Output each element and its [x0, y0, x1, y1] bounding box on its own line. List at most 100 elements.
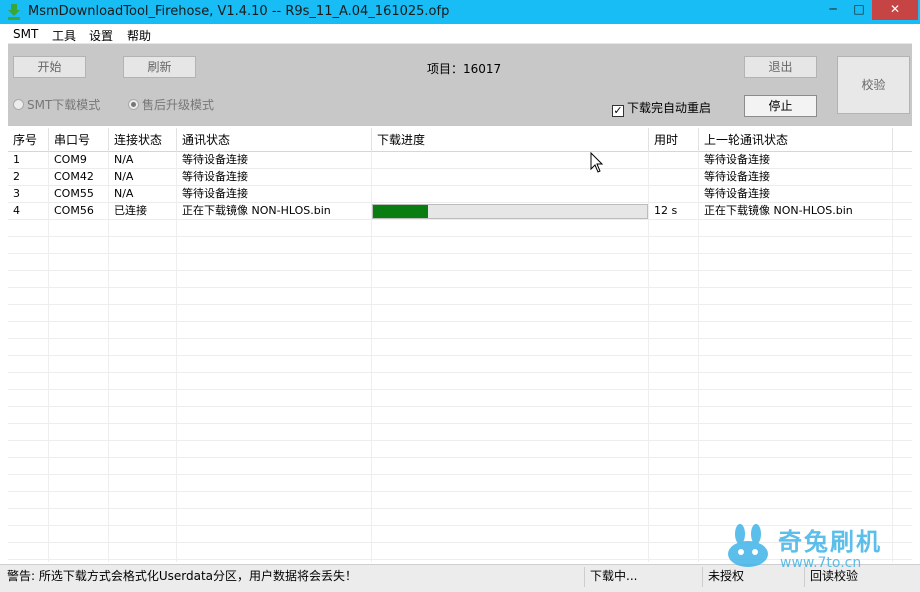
minimize-button[interactable]: ─: [820, 0, 846, 20]
grid-line: [8, 474, 912, 475]
col-last-status[interactable]: 上一轮通讯状态: [699, 128, 893, 152]
menu-bar: SMT 工具 设置 帮助: [8, 24, 912, 44]
grid-line: [8, 321, 912, 322]
project-info: 项目：16017: [427, 60, 501, 77]
grid-line: [8, 457, 912, 458]
cell-last-status: 正在下载镜像 NON-HLOS.bin: [699, 203, 893, 220]
progress-fill: [373, 205, 428, 218]
grid-line: [8, 287, 912, 288]
watermark-brand: 奇兔刷机: [778, 528, 882, 556]
grid-line: [108, 152, 109, 562]
grid-line: [8, 440, 912, 441]
radio-unchecked-icon: [13, 99, 24, 110]
mode-smt-label: SMT下载模式: [27, 98, 101, 112]
cell-index: 1: [8, 152, 49, 169]
grid-line: [8, 270, 912, 271]
grid-line: [176, 152, 177, 562]
title-bar: MsmDownloadTool_Firehose, V1.4.10 -- R9s…: [0, 0, 920, 24]
mouse-cursor-icon: [590, 152, 604, 173]
grid-line: [48, 152, 49, 562]
status-download: 下载中...: [585, 567, 703, 587]
progress-cell: [372, 152, 649, 169]
cell-port: COM42: [49, 169, 109, 186]
table-row[interactable]: 2 COM42 N/A 等待设备连接 等待设备连接: [8, 169, 912, 186]
table-header: 序号 串口号 连接状态 通讯状态 下载进度 用时 上一轮通讯状态: [8, 128, 912, 152]
grid-line: [8, 372, 912, 373]
menu-smt[interactable]: SMT: [13, 27, 38, 41]
cell-connection: 已连接: [109, 203, 177, 220]
cell-connection: N/A: [109, 152, 177, 169]
col-connection[interactable]: 连接状态: [109, 128, 177, 152]
menu-tools[interactable]: 工具: [52, 27, 76, 44]
cell-last-status: 等待设备连接: [699, 152, 893, 169]
grid-line: [8, 338, 912, 339]
cell-comm-status: 等待设备连接: [177, 169, 372, 186]
col-time[interactable]: 用时: [649, 128, 699, 152]
radio-checked-icon: [128, 99, 139, 110]
cell-comm-status: 等待设备连接: [177, 152, 372, 169]
window-title: MsmDownloadTool_Firehose, V1.4.10 -- R9s…: [28, 4, 450, 19]
col-progress[interactable]: 下载进度: [372, 128, 649, 152]
grid-line: [8, 406, 912, 407]
grid-line: [8, 236, 912, 237]
device-table: 序号 串口号 连接状态 通讯状态 下载进度 用时 上一轮通讯状态 1 COM9 N/…: [8, 128, 912, 562]
mode-aftersale-radio[interactable]: 售后升级模式: [128, 96, 214, 113]
grid-line: [371, 152, 372, 562]
cell-time: 12 s: [649, 203, 699, 220]
download-arrow-icon: [8, 4, 20, 20]
verify-button[interactable]: 校验: [837, 56, 910, 114]
grid-line: [8, 508, 912, 509]
project-value: 16017: [463, 62, 502, 76]
table-row[interactable]: 1 COM9 N/A 等待设备连接 等待设备连接: [8, 152, 912, 169]
maximize-button[interactable]: □: [846, 0, 872, 20]
auto-reboot-checkbox[interactable]: ✓ 下载完自动重启: [612, 99, 711, 117]
cell-time: [649, 186, 699, 203]
project-label: 项目：: [427, 62, 464, 76]
grid-line: [698, 152, 699, 562]
cell-connection: N/A: [109, 169, 177, 186]
close-button[interactable]: ✕: [872, 0, 918, 20]
menu-settings[interactable]: 设置: [89, 27, 113, 44]
cell-time: [649, 169, 699, 186]
cell-connection: N/A: [109, 186, 177, 203]
cell-port: COM55: [49, 186, 109, 203]
stop-button[interactable]: 停止: [744, 95, 817, 117]
col-comm-status[interactable]: 通讯状态: [177, 128, 372, 152]
col-port[interactable]: 串口号: [49, 128, 109, 152]
cell-index: 3: [8, 186, 49, 203]
cell-comm-status: 正在下载镜像 NON-HLOS.bin: [177, 203, 372, 220]
checkmark-icon: ✓: [612, 104, 624, 117]
cell-index: 4: [8, 203, 49, 220]
progress-cell: [372, 169, 649, 186]
table-row[interactable]: 3 COM55 N/A 等待设备连接 等待设备连接: [8, 186, 912, 203]
cell-port: COM9: [49, 152, 109, 169]
rabbit-logo-icon: [728, 524, 768, 567]
cell-comm-status: 等待设备连接: [177, 186, 372, 203]
table-row[interactable]: 4 COM56 已连接 正在下载镜像 NON-HLOS.bin 12 s 正在下载镜像 N…: [8, 203, 912, 220]
cell-port: COM56: [49, 203, 109, 220]
cell-last-status: 等待设备连接: [699, 169, 893, 186]
control-panel: 开始 刷新 项目：16017 退出 校验 SMT下载模式 售后升级模式 ✓ 下载完…: [8, 44, 912, 126]
status-warning: 警告: 所选下载方式会格式化Userdata分区，用户数据将会丢失！: [2, 567, 585, 587]
refresh-button[interactable]: 刷新: [123, 56, 196, 78]
exit-button[interactable]: 退出: [744, 56, 817, 78]
grid-line: [648, 152, 649, 562]
grid-line: [8, 389, 912, 390]
menu-help[interactable]: 帮助: [127, 27, 151, 44]
cell-time: [649, 152, 699, 169]
grid-line: [8, 253, 912, 254]
grid-line: [8, 423, 912, 424]
grid-line: [8, 355, 912, 356]
cell-index: 2: [8, 169, 49, 186]
grid-line: [892, 152, 893, 562]
watermark-url: www.7to.cn: [780, 555, 862, 571]
mode-smt-radio[interactable]: SMT下载模式: [13, 96, 100, 113]
grid-line: [8, 304, 912, 305]
cell-last-status: 等待设备连接: [699, 186, 893, 203]
auto-reboot-label: 下载完自动重启: [627, 101, 712, 115]
start-button[interactable]: 开始: [13, 56, 86, 78]
grid-line: [8, 491, 912, 492]
col-index[interactable]: 序号: [8, 128, 49, 152]
watermark: 奇兔刷机 www.7to.cn: [726, 522, 906, 572]
progress-cell: [372, 186, 649, 203]
